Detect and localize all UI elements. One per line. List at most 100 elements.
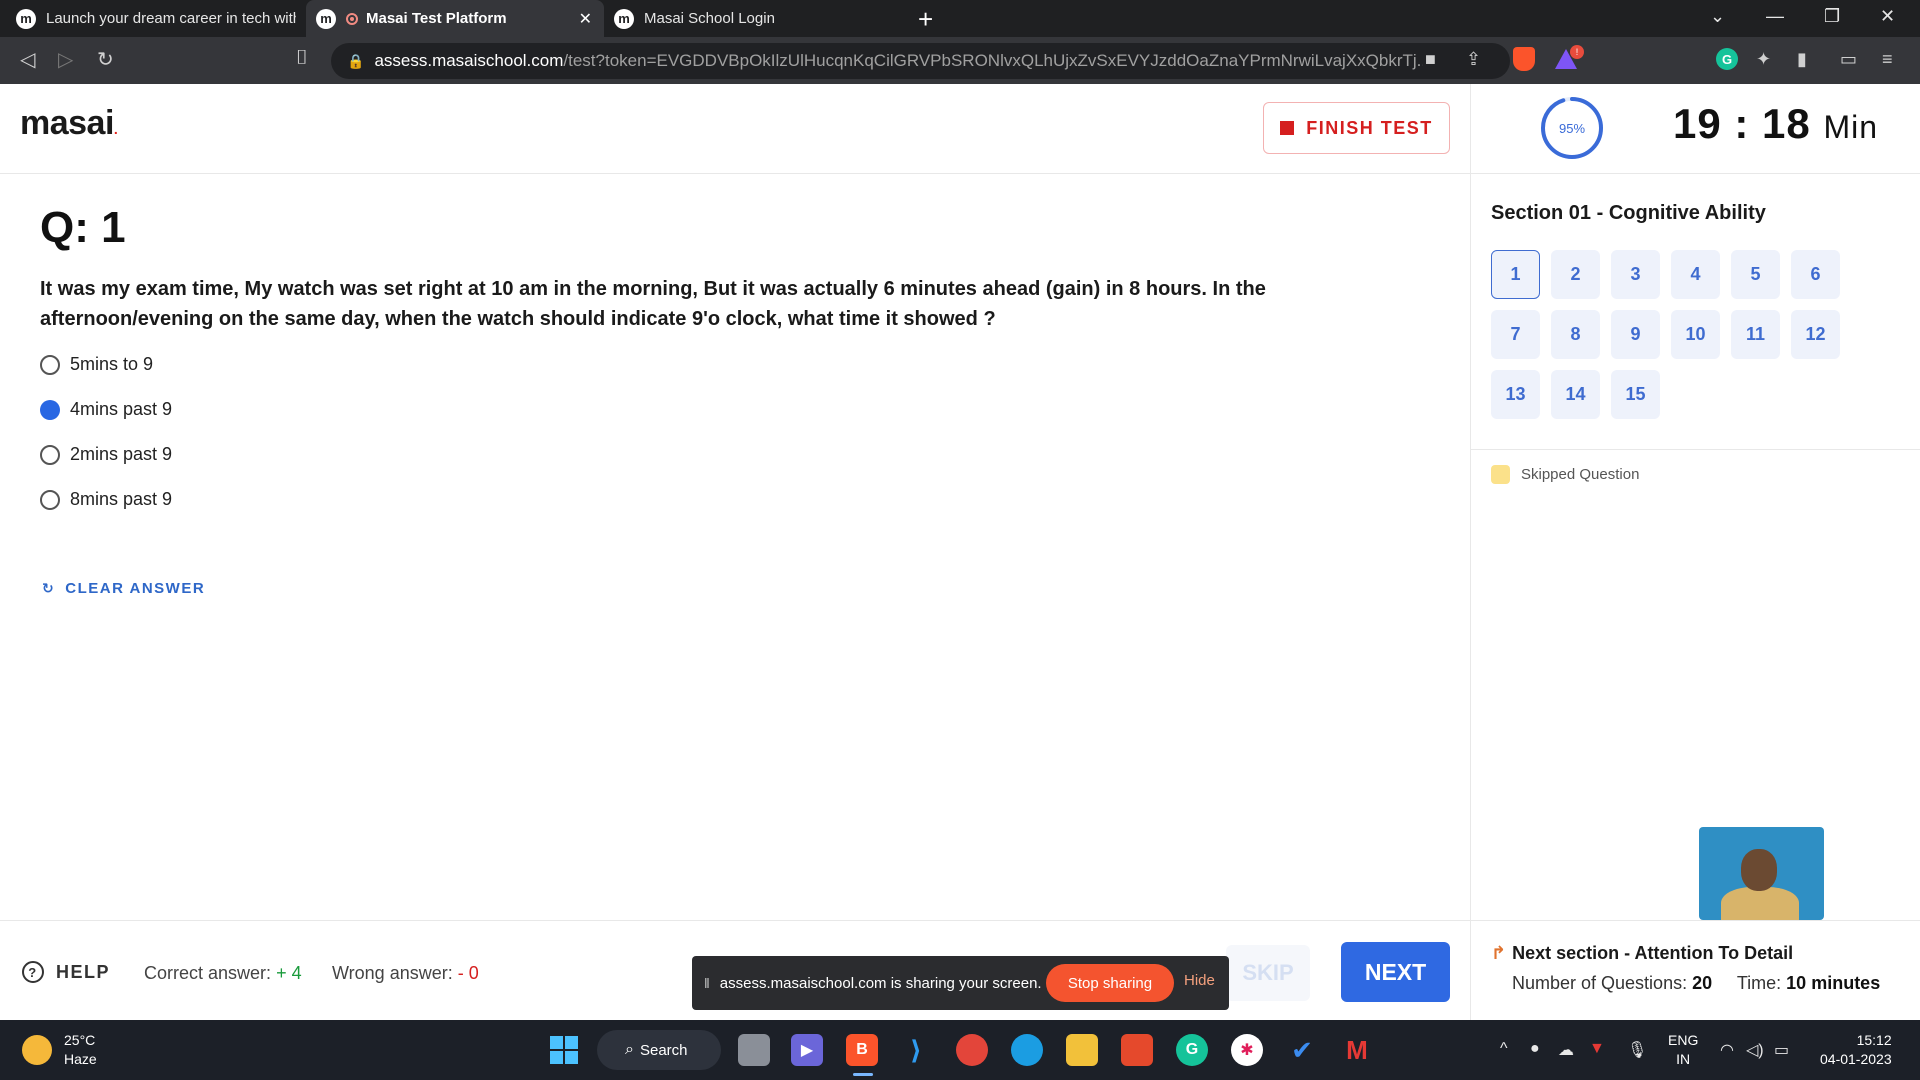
stop-sharing-button[interactable]: Stop sharing: [1046, 964, 1174, 1002]
question-nav-4[interactable]: 4: [1671, 250, 1720, 299]
next-section-meta: Number of Questions: 20 Time: 10 minutes: [1512, 973, 1880, 994]
skipped-swatch: [1491, 465, 1510, 484]
option-label: 2mins past 9: [70, 444, 173, 464]
address-bar[interactable]: 🔒 assess.masaischool.com /test?token=EVG…: [331, 43, 1510, 79]
edge-icon[interactable]: [1011, 1034, 1043, 1066]
extensions-icon[interactable]: ✦: [1756, 49, 1771, 70]
tab-masai-test-platform[interactable]: m Masai Test Platform ✕: [306, 0, 604, 37]
todo-icon[interactable]: ✔: [1286, 1034, 1318, 1066]
brave-shields-icon[interactable]: [1513, 47, 1535, 71]
reload-icon[interactable]: ↻: [97, 47, 114, 72]
question-nav-10[interactable]: 10: [1671, 310, 1720, 359]
minimize-icon[interactable]: —: [1766, 6, 1784, 27]
question-nav-5[interactable]: 5: [1731, 250, 1780, 299]
clock-time: 15:12: [1856, 1032, 1892, 1048]
grammarly-tray-icon[interactable]: ●: [1530, 1040, 1540, 1058]
question-nav-14[interactable]: 14: [1551, 370, 1600, 419]
chevron-up-icon[interactable]: ^: [1500, 1040, 1508, 1058]
question-nav-3[interactable]: 3: [1611, 250, 1660, 299]
lock-icon: 🔒: [347, 52, 365, 69]
question-nav-11[interactable]: 11: [1731, 310, 1780, 359]
bookmark-icon[interactable]: ⌷: [296, 47, 308, 70]
radio-button[interactable]: [40, 444, 60, 465]
restore-icon[interactable]: ❐: [1824, 6, 1840, 27]
help-icon: ?: [22, 961, 44, 983]
mcafee-icon[interactable]: M: [1341, 1034, 1373, 1066]
question-nav-15[interactable]: 15: [1611, 370, 1660, 419]
drag-handle-icon[interactable]: ‖: [704, 975, 710, 991]
question-nav-13[interactable]: 13: [1491, 370, 1540, 419]
clock[interactable]: 15:12 04-01-2023: [1820, 1031, 1892, 1069]
microphone-icon[interactable]: 🎙: [1627, 1040, 1647, 1060]
help-label: HELP: [56, 961, 111, 982]
timer-value: 19 : 18: [1673, 100, 1811, 147]
radio-button[interactable]: [40, 354, 60, 375]
masai-logo[interactable]: masai.: [20, 104, 118, 143]
taskbar-search[interactable]: ⌕ Search: [597, 1030, 721, 1070]
help-button[interactable]: ? HELP: [22, 961, 110, 983]
share-icon[interactable]: ⇪: [1466, 49, 1481, 70]
option-2[interactable]: 4mins past 9: [40, 399, 172, 420]
next-button[interactable]: NEXT: [1341, 942, 1450, 1002]
hide-banner-button[interactable]: Hide: [1184, 972, 1215, 989]
webcam-preview: [1699, 827, 1824, 920]
cloud-icon[interactable]: ☁: [1558, 1040, 1574, 1060]
back-icon[interactable]: ◁: [20, 47, 35, 72]
arrow-icon: ↱: [1491, 943, 1507, 963]
close-window-icon[interactable]: ✕: [1880, 6, 1895, 27]
task-view-icon[interactable]: [738, 1034, 770, 1066]
question-nav-12[interactable]: 12: [1791, 310, 1840, 359]
radio-button[interactable]: [40, 489, 60, 510]
tab-masai-school-login[interactable]: m Masai School Login: [604, 0, 900, 37]
office-icon[interactable]: [1121, 1034, 1153, 1066]
menu-icon[interactable]: ≡: [1882, 49, 1893, 70]
option-label: 5mins to 9: [70, 354, 154, 374]
slack-icon[interactable]: ✱: [1231, 1034, 1263, 1066]
tab-search-chevron-icon[interactable]: ⌄: [1710, 6, 1725, 27]
question-nav-9[interactable]: 9: [1611, 310, 1660, 359]
vscode-icon[interactable]: ⟩: [900, 1034, 932, 1066]
question-nav-6[interactable]: 6: [1791, 250, 1840, 299]
option-1[interactable]: 5mins to 9: [40, 354, 153, 375]
grammarly-icon[interactable]: G: [1176, 1034, 1208, 1066]
tab-title: Masai School Login: [644, 10, 775, 27]
timer-unit: Min: [1823, 109, 1878, 145]
wallet-icon[interactable]: ▭: [1840, 49, 1857, 70]
tab-launch-career[interactable]: m Launch your dream career in tech with: [6, 0, 306, 37]
clear-answer-button[interactable]: ↻ CLEAR ANSWER: [42, 580, 205, 597]
question-nav-2[interactable]: 2: [1551, 250, 1600, 299]
countdown-timer: 19 : 18 Min: [1673, 100, 1878, 148]
browser-tab-bar: m Launch your dream career in tech with …: [0, 0, 1920, 37]
mcafee-tray-icon[interactable]: ▼: [1589, 1040, 1605, 1058]
option-4[interactable]: 8mins past 9: [40, 489, 172, 510]
sidebar-icon[interactable]: ▮: [1797, 49, 1807, 70]
weather-widget[interactable]: 25°C Haze: [22, 1031, 97, 1069]
time-label: Time:: [1736, 973, 1782, 993]
screen-share-banner: ‖ assess.masaischool.com is sharing your…: [692, 956, 1229, 1010]
question-nav-8[interactable]: 8: [1551, 310, 1600, 359]
tab-title: Launch your dream career in tech with: [46, 10, 296, 27]
wifi-icon[interactable]: ◠: [1720, 1040, 1734, 1060]
option-3[interactable]: 2mins past 9: [40, 444, 172, 465]
file-explorer-icon[interactable]: [1066, 1034, 1098, 1066]
finish-test-button[interactable]: FINISH TEST: [1263, 102, 1450, 154]
new-tab-icon[interactable]: +: [918, 4, 933, 35]
battery-icon[interactable]: ▭: [1774, 1040, 1789, 1060]
skip-button[interactable]: SKIP: [1226, 945, 1310, 1001]
question-nav-1[interactable]: 1: [1491, 250, 1540, 299]
webcam-person-body: [1721, 887, 1799, 920]
chrome-icon[interactable]: [956, 1034, 988, 1066]
stop-icon: [1280, 121, 1295, 135]
volume-icon[interactable]: ◁): [1746, 1040, 1764, 1060]
camera-icon[interactable]: ■: [1425, 49, 1436, 70]
question-nav-7[interactable]: 7: [1491, 310, 1540, 359]
finish-test-label: FINISH TEST: [1306, 117, 1433, 138]
brave-browser-icon[interactable]: B: [846, 1034, 878, 1066]
meet-icon[interactable]: ▶: [791, 1034, 823, 1066]
windows-start-icon[interactable]: [550, 1036, 578, 1064]
forward-icon[interactable]: ▷: [58, 47, 73, 72]
language-indicator[interactable]: ENG IN: [1668, 1031, 1698, 1069]
close-tab-icon[interactable]: ✕: [579, 9, 592, 29]
radio-button-selected[interactable]: [40, 399, 60, 420]
grammarly-extension-icon[interactable]: G: [1716, 48, 1738, 70]
